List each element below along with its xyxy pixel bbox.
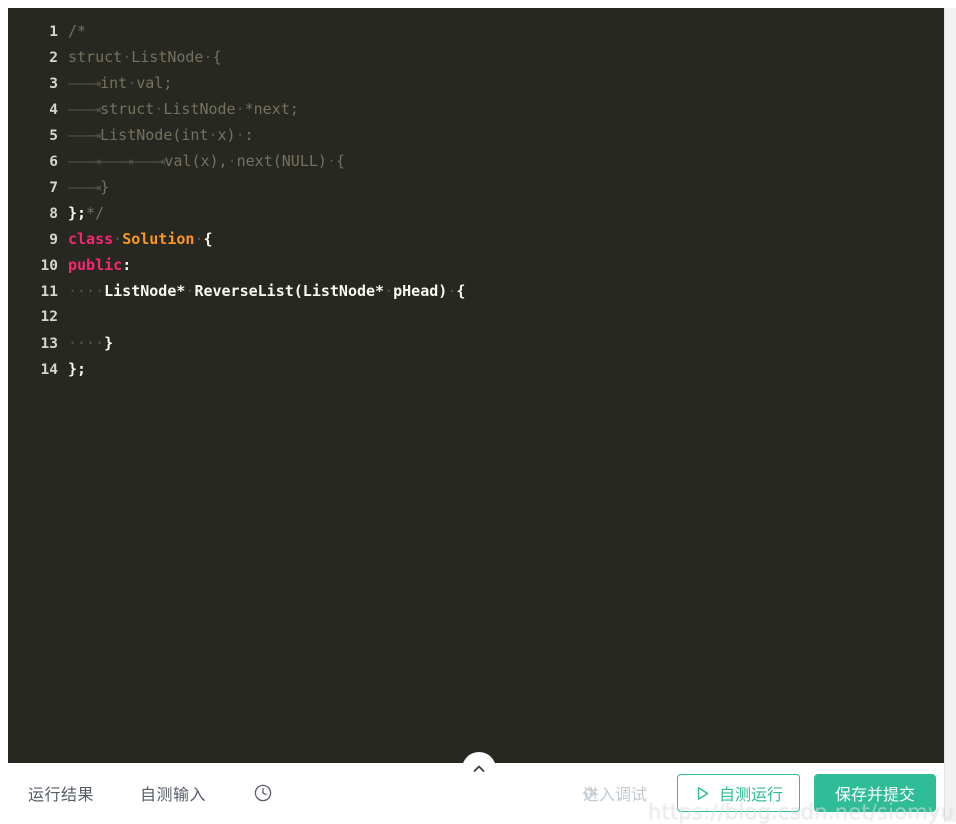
line-number: 2: [49, 50, 58, 66]
line-content: ———⇥———⇥———⇥val(x),·next(NULL)·{: [68, 152, 345, 170]
self-test-run-label: 自测运行: [718, 785, 783, 804]
line-number: 7: [49, 180, 58, 196]
line-content: class·Solution·{: [68, 230, 213, 248]
line-number: 8: [49, 206, 58, 222]
collapse-panel-button[interactable]: [462, 752, 496, 786]
code-line: 11 ····ListNode*·ReverseList(ListNode*·p…: [8, 278, 944, 304]
code-line: 4 ———⇥struct·ListNode·*next;: [8, 96, 944, 122]
enter-debug-label: 进入调试: [582, 785, 647, 804]
line-content: ———⇥ListNode(int·x)·:: [68, 126, 254, 144]
line-number: 9: [49, 232, 58, 248]
page-scrollbar-thumb[interactable]: [947, 8, 955, 258]
code-line: 10 public:: [8, 252, 944, 278]
line-content: /*: [68, 22, 87, 40]
code-editor[interactable]: 1 /* 2 struct·ListNode·{ 3 ———⇥int·val; …: [8, 8, 944, 763]
line-content: };*/: [68, 204, 105, 222]
play-icon: [694, 785, 711, 802]
code-line: 8 };*/: [8, 200, 944, 226]
line-content: public:: [68, 256, 132, 274]
line-number: 6: [49, 154, 58, 170]
code-line: 2 struct·ListNode·{: [8, 44, 944, 70]
save-and-submit-label: 保存并提交: [834, 785, 915, 804]
page-scrollbar[interactable]: [944, 8, 956, 822]
bottom-bar-left-group: 运行结果 自测输入: [0, 781, 274, 805]
code-line: 1 /*: [8, 18, 944, 44]
line-number: 1: [49, 24, 58, 40]
line-number: 3: [49, 76, 58, 92]
line-number: 12: [40, 309, 58, 325]
line-content: struct·ListNode·{: [68, 48, 222, 66]
line-content: ———⇥struct·ListNode·*next;: [68, 100, 299, 118]
line-content: ———⇥int·val;: [68, 74, 173, 92]
line-content: };: [68, 360, 87, 378]
code-line: 5 ———⇥ListNode(int·x)·:: [8, 122, 944, 148]
line-number: 5: [49, 128, 58, 144]
code-line: 3 ———⇥int·val;: [8, 70, 944, 96]
line-number: 13: [40, 336, 58, 352]
tab-run-result[interactable]: 运行结果: [28, 781, 94, 805]
bottom-bar-right-group: 进入调试 自测运行 保存并提交: [567, 774, 944, 812]
line-number: 11: [40, 284, 58, 300]
code-surface[interactable]: 1 /* 2 struct·ListNode·{ 3 ———⇥int·val; …: [8, 8, 944, 763]
code-line: 14 };: [8, 356, 944, 382]
clock-icon[interactable]: [252, 782, 274, 804]
line-number: 4: [49, 102, 58, 118]
line-number: 10: [40, 258, 58, 274]
line-content: ———⇥}: [68, 178, 110, 196]
code-line: 13 ····}: [8, 330, 944, 356]
code-line: 7 ———⇥}: [8, 174, 944, 200]
line-number: 14: [40, 362, 58, 378]
chevron-up-icon: [471, 761, 487, 777]
tab-self-test-input[interactable]: 自测输入: [140, 781, 206, 805]
code-editor-page: 1 /* 2 struct·ListNode·{ 3 ———⇥int·val; …: [0, 0, 956, 824]
enter-debug-button[interactable]: 进入调试: [567, 781, 647, 805]
code-line: 12: [8, 304, 944, 330]
line-content: ····ListNode*·ReverseList(ListNode*·pHea…: [68, 282, 466, 300]
code-line: 9 class·Solution·{: [8, 226, 944, 252]
save-and-submit-button[interactable]: 保存并提交: [813, 774, 936, 812]
code-line: 6 ———⇥———⇥———⇥val(x),·next(NULL)·{: [8, 148, 944, 174]
line-content: ····}: [68, 334, 114, 352]
self-test-run-button[interactable]: 自测运行: [676, 774, 800, 812]
